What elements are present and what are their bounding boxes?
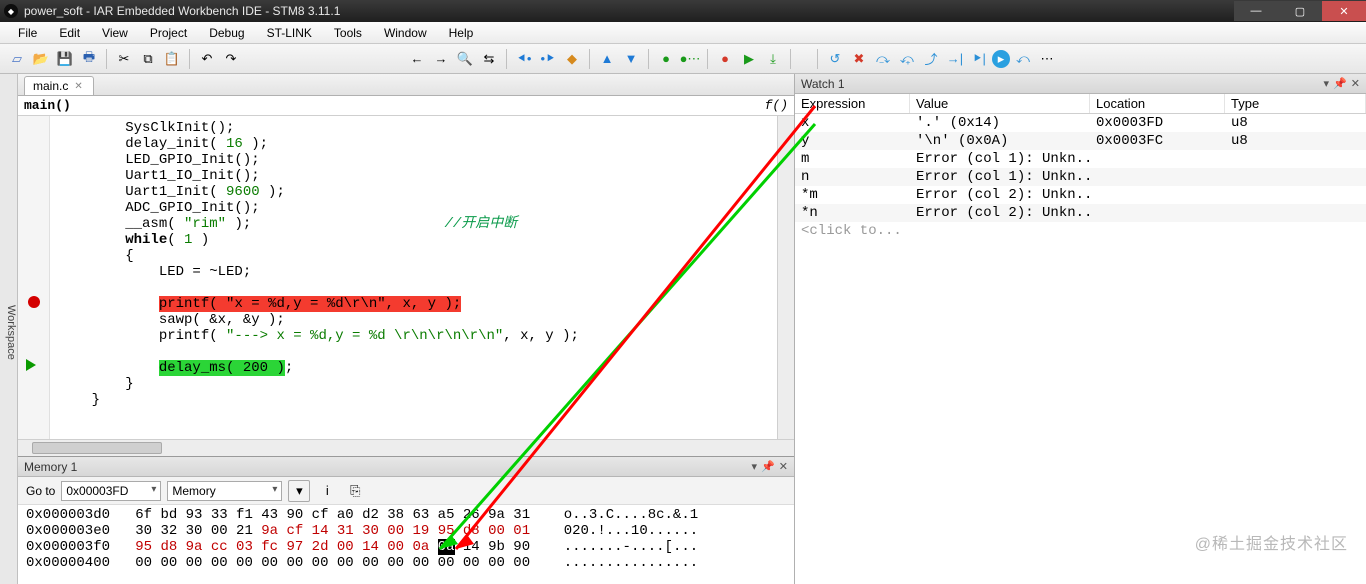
close-tab-icon[interactable]: ✕	[74, 81, 82, 92]
minimize-button[interactable]: —	[1234, 1, 1278, 21]
col-expression[interactable]: Expression	[795, 94, 910, 113]
memory-panel: Memory 1 ▾ 📌 ✕ Go to 0x00003FD	[18, 456, 794, 584]
open-icon[interactable]: 📂	[30, 48, 52, 70]
menubar: File Edit View Project Debug ST-LINK Too…	[0, 22, 1366, 44]
stop-build-icon[interactable]: ●	[714, 48, 736, 70]
new-icon[interactable]: ▱	[6, 48, 28, 70]
app-icon: ◆	[4, 4, 18, 18]
watch-columns: Expression Value Location Type	[795, 94, 1366, 114]
menu-project[interactable]: Project	[140, 24, 197, 42]
editor-vscroll[interactable]	[777, 116, 794, 439]
col-type[interactable]: Type	[1225, 94, 1366, 113]
cut-icon[interactable]: ✂	[113, 48, 135, 70]
debug-nodownload-icon[interactable]: ⤓	[762, 48, 784, 70]
watch-panel: Watch 1 ▾ 📌 ✕ Expression Value Location …	[795, 74, 1366, 584]
step-into-icon[interactable]: ⤽	[896, 48, 918, 70]
function-bar: main() f()	[18, 96, 794, 116]
col-location[interactable]: Location	[1090, 94, 1225, 113]
code-content[interactable]: SysClkInit(); delay_init( 16 ); LED_GPIO…	[50, 116, 777, 439]
replace-icon[interactable]: ⇆	[478, 48, 500, 70]
panel-close-icon[interactable]: ✕	[1351, 77, 1360, 90]
redo-icon[interactable]: ↷	[220, 48, 242, 70]
watch-title: Watch 1	[801, 77, 845, 91]
nav-down-icon[interactable]: ▼	[620, 48, 642, 70]
goto-label: Go to	[26, 484, 55, 498]
find-icon[interactable]: 🔍	[454, 48, 476, 70]
go-icon[interactable]: ▸	[992, 50, 1010, 68]
watch-header[interactable]: Watch 1 ▾ 📌 ✕	[795, 74, 1366, 94]
menu-file[interactable]: File	[8, 24, 47, 42]
close-button[interactable]: ✕	[1322, 1, 1366, 21]
stop-debug-icon[interactable]: ⤺	[1012, 48, 1034, 70]
mem-tool2-icon[interactable]: ⎘	[344, 480, 366, 502]
pc-arrow-icon	[26, 359, 36, 371]
bookmark-prev-icon[interactable]: ⯇•	[513, 48, 535, 70]
menu-help[interactable]: Help	[439, 24, 484, 42]
goto-combo[interactable]: 0x00003FD	[61, 481, 161, 501]
editor-hscroll[interactable]	[18, 439, 794, 456]
titlebar: ◆ power_soft - IAR Embedded Workbench ID…	[0, 0, 1366, 22]
reset-icon[interactable]: ↺	[824, 48, 846, 70]
mem-tool1-icon[interactable]: i	[316, 480, 338, 502]
file-tabs: main.c ✕	[18, 74, 794, 96]
watch-body[interactable]: x'.' (0x14)0x0003FDu8 y'\n' (0x0A)0x0003…	[795, 114, 1366, 584]
memory-title: Memory 1	[24, 460, 77, 474]
memview-combo[interactable]: Memory	[167, 481, 282, 501]
memory-header[interactable]: Memory 1 ▾ 📌 ✕	[18, 457, 794, 477]
nav-fwd-icon[interactable]: →	[430, 48, 452, 70]
settings-icon[interactable]: ⋯	[1036, 48, 1058, 70]
step-out-icon[interactable]: ⤴	[920, 48, 942, 70]
panel-close-icon[interactable]: ✕	[779, 460, 788, 473]
make-icon[interactable]: ●⋯	[679, 48, 701, 70]
fx-label[interactable]: f()	[765, 98, 788, 113]
function-name: main()	[24, 98, 71, 113]
menu-debug[interactable]: Debug	[199, 24, 254, 42]
save-icon[interactable]: 💾	[54, 48, 76, 70]
nav-up-icon[interactable]: ▲	[596, 48, 618, 70]
compile-icon[interactable]: ●	[655, 48, 677, 70]
next-stmt-icon[interactable]: →|	[944, 48, 966, 70]
break-icon[interactable]: ✖	[848, 48, 870, 70]
window-title: power_soft - IAR Embedded Workbench IDE …	[24, 4, 1234, 18]
maximize-button[interactable]: ▢	[1278, 1, 1322, 21]
file-tab-main[interactable]: main.c ✕	[24, 76, 94, 95]
copy-icon[interactable]: ⧉	[137, 48, 159, 70]
menu-stlink[interactable]: ST-LINK	[257, 24, 322, 42]
saveall-icon[interactable]: 🖶	[78, 48, 100, 70]
paste-icon[interactable]: 📋	[161, 48, 183, 70]
breakpoint-icon[interactable]	[28, 296, 40, 308]
menu-view[interactable]: View	[92, 24, 138, 42]
step-over-icon[interactable]: ⤼	[872, 48, 894, 70]
panel-pin-icon[interactable]: 📌	[761, 460, 775, 473]
mem-width-icon[interactable]: ▾	[288, 480, 310, 502]
panel-menu-icon[interactable]: ▾	[1324, 77, 1330, 90]
panel-menu-icon[interactable]: ▾	[752, 460, 758, 473]
undo-icon[interactable]: ↶	[196, 48, 218, 70]
menu-edit[interactable]: Edit	[49, 24, 90, 42]
memory-toolbar: Go to 0x00003FD Memory ▾ i ⎘	[18, 477, 794, 505]
run-cursor-icon[interactable]: ⯈|	[968, 48, 990, 70]
bookmark-toggle-icon[interactable]: ◆	[561, 48, 583, 70]
nav-back-icon[interactable]: ←	[406, 48, 428, 70]
toolbar: ▱ 📂 💾 🖶 ✂ ⧉ 📋 ↶ ↷ ← → 🔍 ⇆ ⯇• •⯈ ◆ ▲ ▼ ● …	[0, 44, 1366, 74]
code-editor[interactable]: SysClkInit(); delay_init( 16 ); LED_GPIO…	[18, 116, 794, 439]
memory-body[interactable]: 0x000003d0 6f bd 93 33 f1 43 90 cf a0 d2…	[18, 505, 794, 584]
col-value[interactable]: Value	[910, 94, 1090, 113]
watch-add-placeholder[interactable]: <click to...	[795, 223, 910, 239]
panel-pin-icon[interactable]: 📌	[1333, 77, 1347, 90]
workspace-tab[interactable]: Workspace	[0, 74, 18, 584]
debug-icon[interactable]: ▶	[738, 48, 760, 70]
menu-tools[interactable]: Tools	[324, 24, 372, 42]
menu-window[interactable]: Window	[374, 24, 437, 42]
editor-gutter[interactable]	[18, 116, 50, 439]
file-tab-label: main.c	[33, 79, 68, 93]
bookmark-next-icon[interactable]: •⯈	[537, 48, 559, 70]
